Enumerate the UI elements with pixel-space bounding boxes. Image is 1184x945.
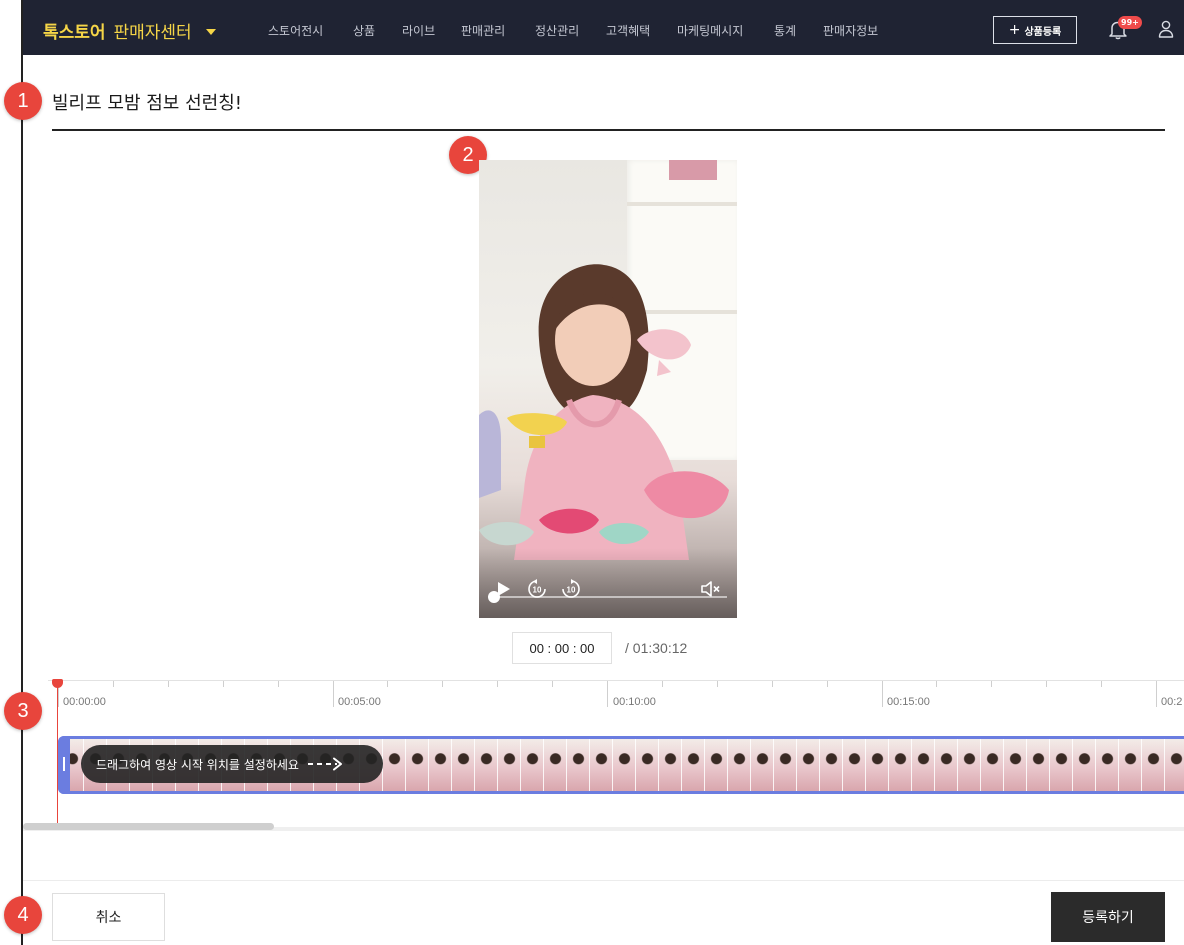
- register-product-label: 상품등록: [1024, 26, 1062, 38]
- minor-tick: [827, 681, 828, 687]
- footer-divider: [23, 880, 1184, 881]
- notification-badge: 99+: [1118, 16, 1142, 29]
- minor-tick: [387, 681, 388, 687]
- brand-subtitle: 판매자센터: [113, 23, 192, 43]
- timeline-playhead[interactable]: [57, 684, 58, 824]
- minor-tick: [223, 681, 224, 687]
- title-underline: [52, 129, 1165, 131]
- drag-hint-tooltip: 드래그하여 영상 시작 위치를 설정하세요: [81, 745, 383, 783]
- submit-button[interactable]: 등록하기: [1051, 892, 1165, 942]
- timeline-ruler: [48, 680, 1184, 681]
- top-navigation-bar: 톡스토어 판매자센터 스토어전시 상품 라이브 판매관리 정산관리 고객혜택 마…: [23, 0, 1184, 55]
- current-time-field[interactable]: 00 : 00 : 00: [512, 632, 612, 664]
- minor-tick: [1101, 681, 1102, 687]
- nav-sales[interactable]: 판매관리: [461, 22, 505, 39]
- tick-label: 00:10:00: [613, 696, 656, 708]
- nav-marketing-message[interactable]: 마케팅메시지: [677, 22, 743, 39]
- nav-live[interactable]: 라이브: [402, 22, 435, 39]
- register-product-button[interactable]: + 상품등록: [993, 16, 1077, 44]
- minor-tick: [278, 681, 279, 687]
- drag-hint-text: 드래그하여 영상 시작 위치를 설정하세요: [96, 757, 299, 772]
- nav-products[interactable]: 상품: [353, 22, 375, 39]
- major-tick: [607, 681, 608, 707]
- minor-tick: [717, 681, 718, 687]
- plus-icon: +: [1008, 22, 1021, 38]
- nav-statistics[interactable]: 통계: [774, 22, 796, 39]
- step-marker-3: 3: [4, 692, 42, 730]
- svg-text:10: 10: [567, 586, 576, 595]
- total-duration: / 01:30:12: [625, 640, 688, 656]
- video-player[interactable]: 10 10: [479, 160, 737, 618]
- brand-name: 톡스토어: [43, 23, 106, 43]
- tick-label: 00:2: [1161, 696, 1183, 708]
- video-seek-handle[interactable]: [488, 591, 500, 603]
- nav-seller-info[interactable]: 판매자정보: [823, 22, 878, 39]
- tick-label: 00:05:00: [338, 696, 381, 708]
- cancel-button[interactable]: 취소: [52, 893, 165, 941]
- nav-customer-benefits[interactable]: 고객혜택: [606, 22, 650, 39]
- video-seek-bar[interactable]: [491, 596, 727, 598]
- minor-tick: [442, 681, 443, 687]
- timeline-scrollbar-thumb[interactable]: [23, 823, 274, 830]
- nav-settlement[interactable]: 정산관리: [535, 22, 579, 39]
- minor-tick: [772, 681, 773, 687]
- caret-down-icon: [205, 29, 216, 35]
- tick-label: 00:15:00: [887, 696, 930, 708]
- tick-label: 00:00:00: [63, 696, 106, 708]
- minor-tick: [991, 681, 992, 687]
- nav-store-display[interactable]: 스토어전시: [268, 22, 323, 39]
- minor-tick: [168, 681, 169, 687]
- minor-tick: [497, 681, 498, 687]
- minor-tick: [113, 681, 114, 687]
- trim-start-handle[interactable]: [58, 736, 70, 794]
- major-tick: [333, 681, 334, 707]
- step-marker-1: 1: [4, 82, 42, 120]
- minor-tick: [552, 681, 553, 687]
- page-frame-line: [21, 0, 23, 945]
- user-icon[interactable]: [1158, 20, 1174, 38]
- arrow-right-icon: [307, 757, 342, 771]
- minor-tick: [1046, 681, 1047, 687]
- svg-text:10: 10: [533, 586, 542, 595]
- major-tick: [882, 681, 883, 707]
- minor-tick: [662, 681, 663, 687]
- player-controls: 10 10: [479, 548, 737, 618]
- minor-tick: [936, 681, 937, 687]
- major-tick: [1156, 681, 1157, 707]
- page-title: 빌리프 모밤 점보 선런칭!: [52, 93, 242, 114]
- step-marker-4: 4: [4, 896, 42, 934]
- brand-menu[interactable]: 톡스토어 판매자센터: [43, 18, 216, 43]
- playhead-handle[interactable]: [52, 679, 63, 688]
